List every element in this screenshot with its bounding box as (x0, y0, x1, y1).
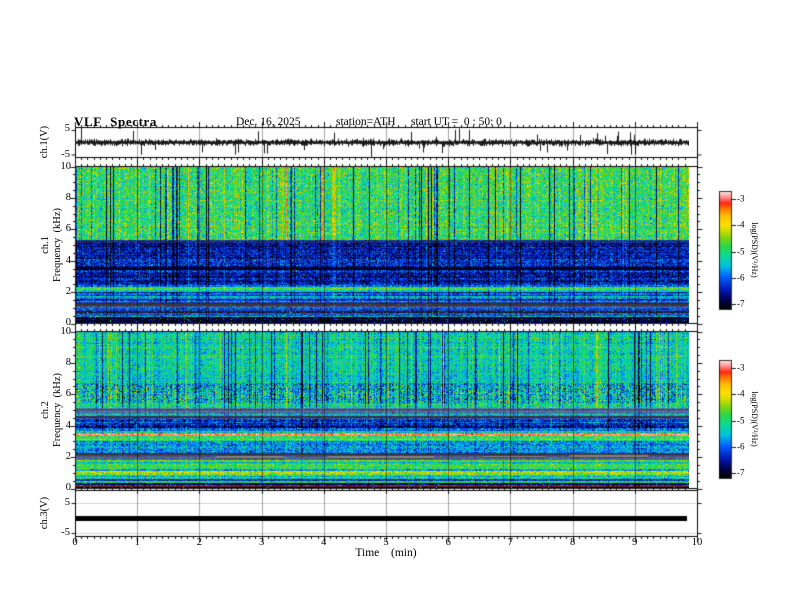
x-tick-label: 0 (72, 536, 78, 548)
date-label: Dec. 16, 2025 (236, 116, 301, 128)
spec1-frequency-axis-label: Frequency (kHz) (51, 207, 63, 283)
x-tick-label: 4 (321, 536, 327, 548)
colorbar2-tick-label: -5 (737, 415, 745, 425)
spec1-y-tick-label: 4 (65, 254, 71, 266)
start-ut-label: start UT = 0 : 50: 0 (411, 116, 502, 128)
vlf-spectra-figure: VLF Spectra Dec. 16, 2025 station=ATH st… (0, 0, 792, 612)
ch2-spectrogram-canvas (76, 332, 689, 488)
x-tick-label: 2 (196, 536, 203, 548)
colorbar1-tick-label: -5 (737, 246, 745, 256)
ch1-spectrogram-canvas (76, 167, 689, 323)
x-tick-label: 5 (383, 536, 389, 548)
spec1-y-tick-label: 8 (65, 191, 71, 203)
spec2-y-tick-label: 8 (65, 356, 71, 368)
figure-title: VLF Spectra (74, 114, 157, 129)
x-tick-label: 6 (445, 536, 451, 548)
spec1-y-tick-label: 2 (65, 285, 71, 297)
ch1-waveform-canvas (76, 128, 689, 157)
spec2-y-tick-label: 10 (60, 325, 72, 337)
x-tick-label: 3 (258, 536, 265, 548)
spec2-channel-label: ch.2 (39, 401, 51, 419)
colorbar2-units-label: log(PSD)(V²/Hz) (750, 391, 759, 447)
colorbar2-tick-label: -4 (737, 388, 745, 399)
spec2-y-tick-label: 2 (65, 450, 71, 462)
ch3-y-tick-label: -5 (61, 526, 70, 538)
spec2-y-tick-label: 6 (65, 388, 71, 400)
x-tick-label: 1 (134, 536, 140, 548)
colorbar1-tick-label: -7 (737, 298, 745, 309)
ch3-voltage-axis-label: ch.3(V) (38, 496, 50, 530)
x-tick-label: 7 (507, 536, 514, 548)
colorbar2-tick-label: -3 (737, 362, 745, 373)
spec1-y-tick-label: 6 (65, 223, 71, 235)
x-tick-label: 10 (691, 536, 703, 548)
wave-y-tick-label: -5 (61, 148, 70, 160)
colorbar2-tick-label: -6 (737, 441, 745, 452)
colorbar1-units-label: log(PSD)(V²/Hz) (750, 222, 759, 278)
colorbar1-tick-label: -3 (737, 193, 745, 204)
ch3-y-tick-label: 5 (64, 496, 70, 508)
colorbar1-tick-label: -6 (737, 272, 745, 283)
spec1-channel-label: ch.1 (39, 236, 51, 254)
time-axis-label: Time (min) (355, 547, 417, 559)
spec2-y-tick-label: 4 (65, 419, 71, 431)
station-label: station=ATH (336, 116, 396, 128)
spec2-frequency-axis-label: Frequency (kHz) (51, 372, 63, 448)
x-tick-label: 8 (569, 536, 576, 548)
colorbar2-tick-label: -7 (737, 467, 745, 478)
spec2-y-tick-label: 0 (65, 482, 71, 494)
x-tick-label: 9 (632, 536, 638, 548)
ch1-voltage-axis-label: ch.1(V) (38, 125, 50, 159)
colorbar1-tick-label: -4 (737, 219, 745, 230)
spec1-y-tick-label: 10 (60, 160, 72, 172)
wave-y-tick-label: 5 (64, 122, 70, 134)
